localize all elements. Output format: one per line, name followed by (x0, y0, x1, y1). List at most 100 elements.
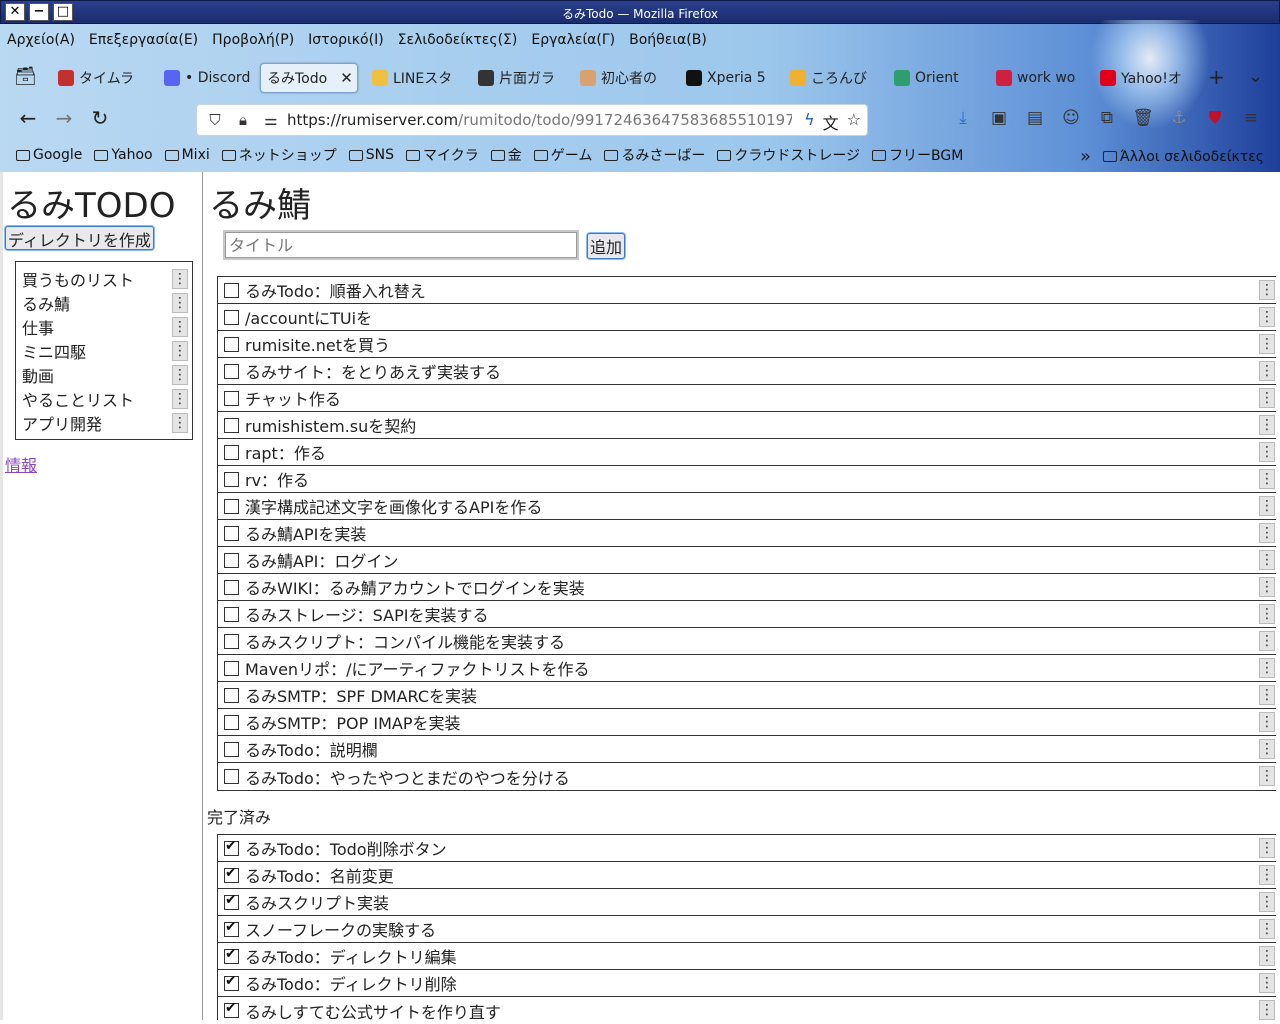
kebab-menu-icon[interactable]: ⋮ (172, 269, 188, 289)
todo-checkbox[interactable] (224, 838, 239, 856)
bookmark-folder[interactable]: Mixi (164, 147, 210, 163)
todo-checkbox[interactable] (224, 946, 239, 964)
bookmark-folder[interactable]: ネットショップ (221, 145, 337, 165)
kebab-menu-icon[interactable]: ⋮ (172, 413, 188, 433)
kebab-menu-icon[interactable]: ⋮ (1259, 766, 1275, 786)
permissions-icon[interactable]: ⚌ (261, 111, 281, 129)
tab[interactable]: LINEスタ (366, 63, 460, 93)
bookmark-folder[interactable]: Yahoo (94, 147, 153, 163)
kebab-menu-icon[interactable]: ⋮ (172, 365, 188, 385)
trash-icon[interactable]: 🗑︎ (1132, 108, 1154, 128)
todo-checkbox[interactable] (224, 444, 239, 460)
bookmark-star-icon[interactable]: ☆ (847, 110, 861, 134)
todo-checkbox[interactable] (224, 336, 239, 352)
directory-item[interactable]: やることリスト ⋮ (16, 387, 192, 411)
bookmark-folder[interactable]: 金 (490, 145, 522, 165)
todo-checkbox[interactable] (224, 687, 239, 703)
kebab-menu-icon[interactable]: ⋮ (1259, 631, 1275, 651)
bookmark-folder[interactable]: るみさーばー (604, 145, 705, 165)
tab[interactable]: Orient (888, 63, 984, 93)
info-link[interactable]: 情報 (5, 452, 37, 476)
kebab-menu-icon[interactable]: ⋮ (1259, 919, 1275, 939)
kebab-menu-icon[interactable]: ⋮ (1259, 280, 1275, 300)
todo-checkbox[interactable] (224, 973, 239, 991)
bookmark-folder[interactable]: クラウドストレージ (717, 145, 860, 165)
profile-avatar-icon[interactable]: ☺ (1060, 108, 1082, 128)
create-directory-button[interactable]: ディレクトリを作成 (5, 226, 154, 250)
kebab-menu-icon[interactable]: ⋮ (172, 317, 188, 337)
todo-checkbox[interactable] (224, 579, 239, 595)
kebab-menu-icon[interactable]: ⋮ (1259, 496, 1275, 516)
directory-item[interactable]: るみ鯖 ⋮ (16, 291, 192, 315)
todo-checkbox[interactable] (224, 309, 239, 325)
add-button[interactable]: 追加 (587, 233, 626, 259)
bookmark-folder[interactable]: SNS (348, 147, 394, 163)
app-menu-icon[interactable]: ≡ (1240, 108, 1262, 128)
list-tabs-icon[interactable]: ⌄ (1248, 66, 1263, 87)
tab[interactable]: 片面ガラ (472, 63, 566, 93)
kebab-menu-icon[interactable]: ⋮ (1259, 550, 1275, 570)
reader-view-icon[interactable]: ▤ (1024, 108, 1046, 128)
todo-checkbox[interactable] (224, 417, 239, 433)
extensions-icon[interactable]: ⧉ (1096, 108, 1118, 128)
screenshot-icon[interactable]: ▣ (988, 108, 1010, 128)
kebab-menu-icon[interactable]: ⋮ (1259, 685, 1275, 705)
menu-item[interactable]: Βοήθεια(B) (622, 32, 714, 48)
bookmark-folder[interactable]: フリーBGM (872, 145, 963, 165)
menu-item[interactable]: Σελιδοδείκτες(Σ) (391, 32, 525, 48)
menu-item[interactable]: Επεξεργασία(E) (82, 32, 205, 48)
todo-checkbox[interactable] (224, 919, 239, 937)
todo-checkbox[interactable] (224, 525, 239, 541)
todo-checkbox[interactable] (224, 1000, 239, 1018)
todo-checkbox[interactable] (224, 363, 239, 379)
tab[interactable]: work wo (990, 63, 1086, 93)
tab[interactable]: タイムラ (52, 63, 152, 93)
todo-checkbox[interactable] (224, 498, 239, 514)
tab-active[interactable]: るみTodo ✕ (260, 63, 358, 93)
kebab-menu-icon[interactable]: ⋮ (1259, 523, 1275, 543)
tab-close-icon[interactable]: ✕ (340, 69, 353, 87)
kebab-menu-icon[interactable]: ⋮ (1259, 838, 1275, 858)
other-bookmarks-folder[interactable]: Άλλοι σελιδοδείκτες (1103, 149, 1264, 165)
menu-item[interactable]: Προβολή(P) (205, 32, 301, 48)
kebab-menu-icon[interactable]: ⋮ (1259, 307, 1275, 327)
kebab-menu-icon[interactable]: ⋮ (1259, 388, 1275, 408)
ublock-icon[interactable]: ⛊ (1204, 108, 1226, 128)
bookmarks-overflow-button[interactable]: » (1080, 146, 1091, 167)
kebab-menu-icon[interactable]: ⋮ (1259, 604, 1275, 624)
kebab-menu-icon[interactable]: ⋮ (1259, 973, 1275, 993)
todo-checkbox[interactable] (224, 865, 239, 883)
new-tab-icon[interactable]: + (1208, 65, 1225, 89)
todo-checkbox[interactable] (224, 660, 239, 676)
url-text[interactable]: https://rumiserver.com/rumitodo/todo/991… (287, 111, 792, 129)
kebab-menu-icon[interactable]: ⋮ (1259, 892, 1275, 912)
todo-checkbox[interactable] (224, 606, 239, 622)
kebab-menu-icon[interactable]: ⋮ (1259, 658, 1275, 678)
todo-checkbox[interactable] (224, 471, 239, 487)
kebab-menu-icon[interactable]: ⋮ (172, 341, 188, 361)
menu-item[interactable]: Αρχείο(A) (0, 32, 82, 48)
kebab-menu-icon[interactable]: ⋮ (1259, 334, 1275, 354)
directory-item[interactable]: 動画 ⋮ (16, 363, 192, 387)
lightning-icon[interactable]: ϟ (804, 110, 815, 134)
directory-item[interactable]: アプリ開発 ⋮ (16, 411, 192, 435)
directory-item[interactable]: ミニ四駆 ⋮ (16, 339, 192, 363)
translate-icon[interactable]: 文 (823, 110, 839, 134)
menu-item[interactable]: Ιστορικό(I) (301, 32, 391, 48)
tab[interactable]: • Discord (158, 63, 252, 93)
firefox-view-icon[interactable]: 🗃 (14, 66, 37, 87)
lock-icon[interactable]: 🔒︎ (233, 111, 253, 129)
todo-checkbox[interactable] (224, 741, 239, 757)
todo-checkbox[interactable] (224, 714, 239, 730)
bookmark-folder[interactable]: マイクラ (406, 145, 479, 165)
kebab-menu-icon[interactable]: ⋮ (1259, 712, 1275, 732)
todo-checkbox[interactable] (224, 769, 239, 784)
forward-button[interactable]: → (52, 106, 76, 130)
kebab-menu-icon[interactable]: ⋮ (1259, 469, 1275, 489)
pin-icon[interactable]: ⚓ (1168, 108, 1190, 128)
kebab-menu-icon[interactable]: ⋮ (172, 293, 188, 313)
menu-item[interactable]: Εργαλεία(Γ) (524, 32, 622, 48)
todo-checkbox[interactable] (224, 390, 239, 406)
kebab-menu-icon[interactable]: ⋮ (1259, 361, 1275, 381)
tab[interactable]: ころんび (784, 63, 878, 93)
